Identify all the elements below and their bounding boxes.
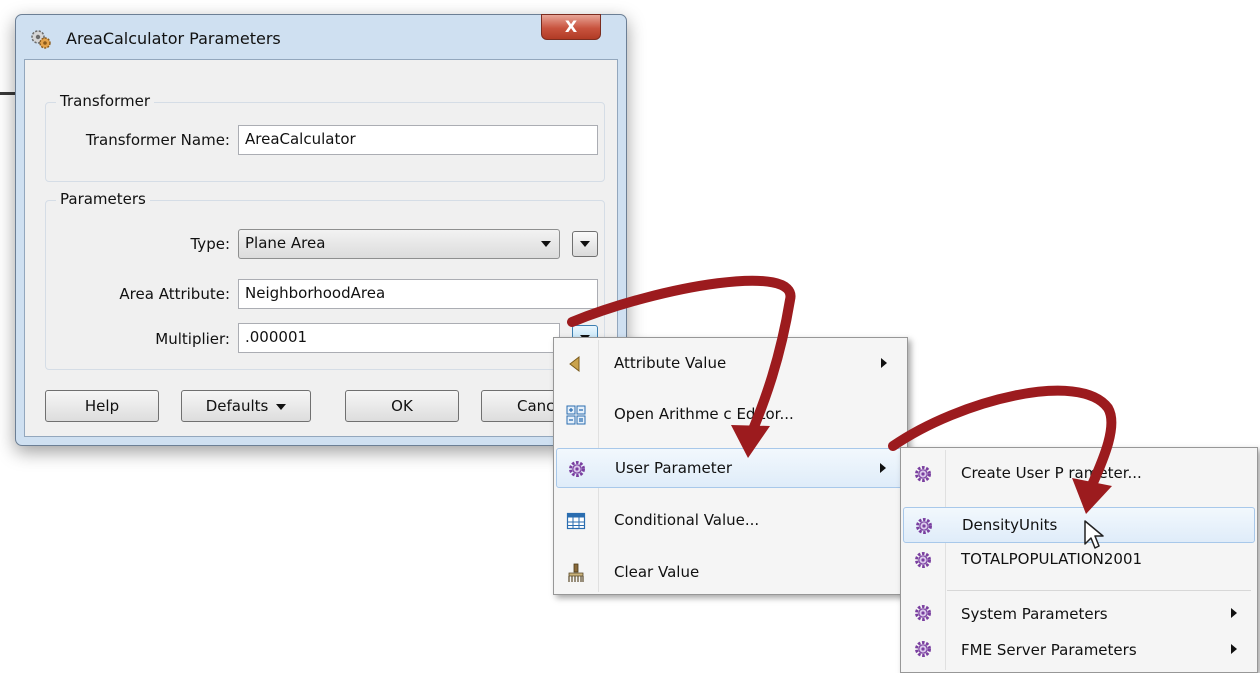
ok-button[interactable]: OK: [345, 390, 459, 422]
defaults-button-label: Defaults: [205, 397, 269, 415]
menu-item-arithmetic-editor[interactable]: Open Arithme c Editor...: [556, 395, 905, 435]
background-edge-line: [0, 92, 16, 95]
menu-item-label: Attribute Value: [614, 354, 727, 372]
submenu-arrow-icon: [1231, 644, 1237, 654]
menu-item-system-parameters[interactable]: System Parameters: [903, 598, 1255, 632]
menu-item-label: DensityUnits: [962, 516, 1058, 534]
submenu-arrow-icon: [881, 358, 887, 368]
menu-item-label: Clear Value: [614, 563, 700, 581]
conditional-table-icon: [566, 512, 586, 530]
menu-item-label: Create User P rameter...: [961, 464, 1142, 482]
gear-icon: [913, 550, 933, 570]
transformer-name-label: Transformer Name:: [85, 131, 230, 149]
defaults-button[interactable]: Defaults: [181, 390, 311, 422]
gear-icon: [913, 603, 933, 623]
dialog-client-area: Transformer Transformer Name: AreaCalcul…: [24, 59, 618, 437]
attribute-value-icon: [569, 355, 580, 373]
chevron-down-icon: [541, 241, 551, 247]
help-button[interactable]: Help: [45, 390, 159, 422]
menu-item-label: User Parameter: [615, 459, 732, 477]
type-select[interactable]: Plane Area: [238, 229, 560, 259]
chevron-down-icon: [276, 403, 287, 410]
transformer-group-title: Transformer: [56, 92, 155, 110]
menu-item-conditional-value[interactable]: Conditional Value...: [556, 501, 905, 541]
area-calculator-dialog: AreaCalculator Parameters X Transformer …: [15, 14, 627, 446]
dialog-title: AreaCalculator Parameters: [66, 29, 281, 48]
transformer-group: Transformer Transformer Name: AreaCalcul…: [45, 92, 605, 182]
multiplier-label: Multiplier:: [155, 330, 230, 348]
user-parameter-submenu: Create User P rameter... DensityUnits TO…: [900, 447, 1258, 673]
gear-icon: [913, 639, 933, 659]
transformer-gears-icon: [31, 30, 51, 49]
menu-item-label: Open Arithme c Editor...: [614, 405, 794, 423]
menu-item-user-parameter[interactable]: User Parameter: [556, 448, 905, 488]
menu-item-clear-value[interactable]: Clear Value: [556, 553, 905, 593]
close-button[interactable]: X: [541, 14, 601, 40]
area-attribute-label: Area Attribute:: [119, 285, 230, 303]
menu-item-label: System Parameters: [961, 605, 1108, 623]
menu-item-fme-server-parameters[interactable]: FME Server Parameters: [903, 634, 1255, 668]
menu-item-totalpopulation2001[interactable]: TOTALPOPULATION2001: [903, 544, 1255, 580]
area-attribute-input[interactable]: NeighborhoodArea: [238, 279, 598, 309]
parameters-group-title: Parameters: [56, 190, 150, 208]
parameters-group: Parameters Type: Plane Area Area Attribu…: [45, 190, 605, 370]
type-select-value: Plane Area: [245, 234, 326, 252]
multiplier-input[interactable]: .000001: [238, 323, 560, 353]
gear-icon: [914, 516, 934, 536]
value-context-menu: Attribute Value Open Arithme c Editor...…: [553, 337, 908, 595]
dialog-titlebar[interactable]: AreaCalculator Parameters X: [16, 14, 626, 59]
menu-item-densityunits[interactable]: DensityUnits: [903, 507, 1255, 543]
transformer-name-input[interactable]: AreaCalculator: [238, 125, 598, 155]
clear-brush-icon: [568, 563, 584, 582]
submenu-arrow-icon: [1231, 608, 1237, 618]
menu-item-label: FME Server Parameters: [961, 641, 1137, 659]
menu-separator: [947, 590, 1251, 591]
mouse-cursor-icon: [1084, 520, 1104, 549]
type-label: Type:: [190, 235, 230, 253]
menu-item-label: TOTALPOPULATION2001: [961, 550, 1143, 568]
user-parameter-icon: [567, 459, 587, 479]
submenu-arrow-icon: [880, 463, 886, 473]
arithmetic-editor-icon: [566, 405, 586, 425]
menu-item-attribute-value[interactable]: Attribute Value: [556, 344, 905, 384]
gear-icon: [913, 464, 933, 484]
menu-item-label: Conditional Value...: [614, 511, 760, 529]
chevron-down-icon: [580, 241, 590, 247]
menu-item-create-user-parameter[interactable]: Create User P rameter...: [903, 454, 1255, 494]
type-options-button[interactable]: [572, 231, 598, 257]
